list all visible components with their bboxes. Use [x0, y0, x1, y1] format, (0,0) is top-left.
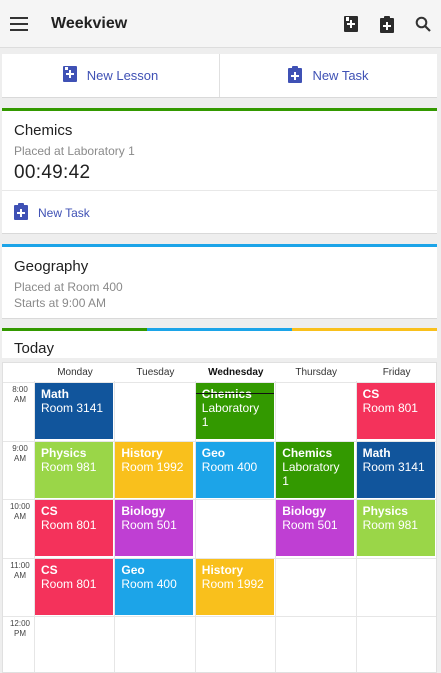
new-lesson-button[interactable]: New Lesson	[2, 54, 220, 97]
today-label: Today	[14, 340, 55, 357]
lesson-room: Room 501	[282, 518, 338, 532]
lesson-block-cs[interactable]: CS Room 801	[35, 500, 113, 556]
new-lesson-icon[interactable]	[339, 12, 363, 36]
new-task-button[interactable]: New Task	[220, 54, 437, 97]
lesson-room: Room 1992	[121, 459, 184, 474]
lesson-name: Math	[362, 445, 391, 460]
lesson-room: Room 3141	[41, 401, 104, 415]
lesson-block-history[interactable]: History Room 1992	[115, 441, 194, 498]
new-task-icon	[14, 203, 28, 223]
lesson-block-biology[interactable]: Biology Room 501	[115, 500, 194, 556]
lesson-block-chemics[interactable]: Chemics Laboratory 1	[276, 441, 355, 498]
lesson-block-geo[interactable]: Geo Room 400	[115, 558, 194, 615]
day-header-monday: Monday	[57, 367, 93, 378]
action-bar: New Lesson New Task	[2, 54, 437, 98]
lesson-name: Geo	[121, 562, 145, 577]
today-stripes	[2, 328, 437, 331]
next-lesson-location: Placed at Room 400	[14, 280, 123, 294]
current-lesson-accent	[2, 108, 437, 111]
next-lesson-card[interactable]: Geography Placed at Room 400 Starts at 9…	[2, 244, 437, 319]
current-time-indicator	[195, 393, 274, 394]
lesson-room: Room 981	[362, 518, 418, 532]
lesson-name: Physics	[362, 504, 408, 518]
week-view[interactable]: Monday Tuesday Wednesday Thursday Friday 8:00…	[2, 362, 437, 673]
day-header-wednesday: Wednesday	[208, 367, 264, 378]
next-lesson-accent	[2, 244, 437, 247]
app-title: Weekview	[51, 15, 128, 32]
lesson-block-chemics[interactable]: Chemics Laboratory 1	[195, 383, 274, 439]
lesson-block-physics[interactable]: Physics Room 981	[35, 441, 113, 498]
time-label: 9:00 AM	[12, 443, 28, 463]
current-lesson-timer: 00:49:42	[14, 162, 91, 183]
lesson-room: Room 501	[121, 518, 177, 532]
card-new-task-label: New Task	[38, 206, 90, 220]
time-label: 10:00 AM	[9, 502, 31, 521]
day-header-thursday: Thursday	[295, 367, 338, 378]
lesson-block-cs[interactable]: CS Room 801	[356, 383, 435, 439]
lesson-block-physics[interactable]: Physics Room 981	[356, 500, 435, 556]
lesson-block-cs[interactable]: CS Room 801	[35, 558, 113, 615]
time-label: 12:00 PM	[9, 619, 31, 638]
menu-icon[interactable]	[2, 0, 36, 48]
lesson-name: CS	[41, 504, 58, 518]
card-new-task-button[interactable]: New Task	[14, 203, 90, 223]
lesson-room: Room 400	[121, 576, 177, 591]
day-header-friday: Friday	[382, 367, 411, 378]
stripe-yellow	[292, 328, 437, 331]
lesson-room: Room 801	[41, 576, 97, 591]
search-icon[interactable]	[411, 12, 435, 36]
today-section: Today	[2, 328, 437, 358]
app-bar: Weekview	[0, 0, 441, 48]
lesson-room: Room 801	[41, 518, 97, 532]
lesson-room: Room 1992	[201, 576, 264, 591]
new-task-icon[interactable]	[375, 12, 399, 36]
card-divider	[2, 190, 437, 191]
time-label: 11:00 AM	[10, 560, 30, 580]
lesson-room: Laboratory 1	[282, 459, 340, 488]
lesson-block-math[interactable]: Math Room 3141	[35, 383, 113, 439]
lesson-name: History	[201, 562, 244, 577]
lesson-block-math[interactable]: Math Room 3141	[356, 441, 435, 498]
next-lesson-start: Starts at 9:00 AM	[14, 296, 107, 310]
lesson-room: Room 981	[41, 459, 97, 474]
current-lesson-name: Chemics	[14, 122, 73, 139]
lesson-name: Physics	[41, 445, 87, 460]
lesson-name: History	[121, 445, 163, 460]
grid-row-line	[3, 616, 436, 617]
new-task-label: New Task	[312, 68, 369, 83]
new-lesson-icon	[62, 66, 77, 85]
stripe-blue	[147, 328, 292, 331]
lesson-room: Room 400	[201, 459, 258, 474]
lesson-name: Chemics	[282, 445, 333, 460]
current-lesson-location: Placed at Laboratory 1	[14, 144, 135, 158]
time-label: 8:00 AM	[12, 385, 28, 404]
lesson-name: Math	[41, 387, 69, 401]
lesson-name: Chemics	[201, 387, 252, 401]
lesson-block-history[interactable]: History Room 1992	[195, 558, 274, 615]
next-lesson-name: Geography	[14, 258, 89, 275]
current-lesson-card[interactable]: Chemics Placed at Laboratory 1 00:49:42 …	[2, 108, 437, 234]
lesson-name: Biology	[121, 504, 166, 518]
lesson-name: Biology	[282, 504, 327, 518]
lesson-name: Geo	[201, 445, 226, 460]
new-lesson-label: New Lesson	[86, 68, 159, 83]
lesson-block-biology[interactable]: Biology Room 501	[276, 500, 355, 556]
day-header-tuesday: Tuesday	[136, 367, 175, 378]
new-task-icon	[288, 65, 303, 86]
lesson-room: Laboratory 1	[201, 401, 260, 429]
lesson-block-geo[interactable]: Geo Room 400	[195, 441, 274, 498]
stripe-green	[2, 328, 147, 331]
lesson-name: CS	[362, 387, 380, 401]
lesson-name: CS	[41, 562, 58, 577]
grid-column-line	[436, 381, 437, 672]
lesson-room: Room 3141	[362, 459, 425, 474]
lesson-room: Room 801	[362, 401, 418, 415]
